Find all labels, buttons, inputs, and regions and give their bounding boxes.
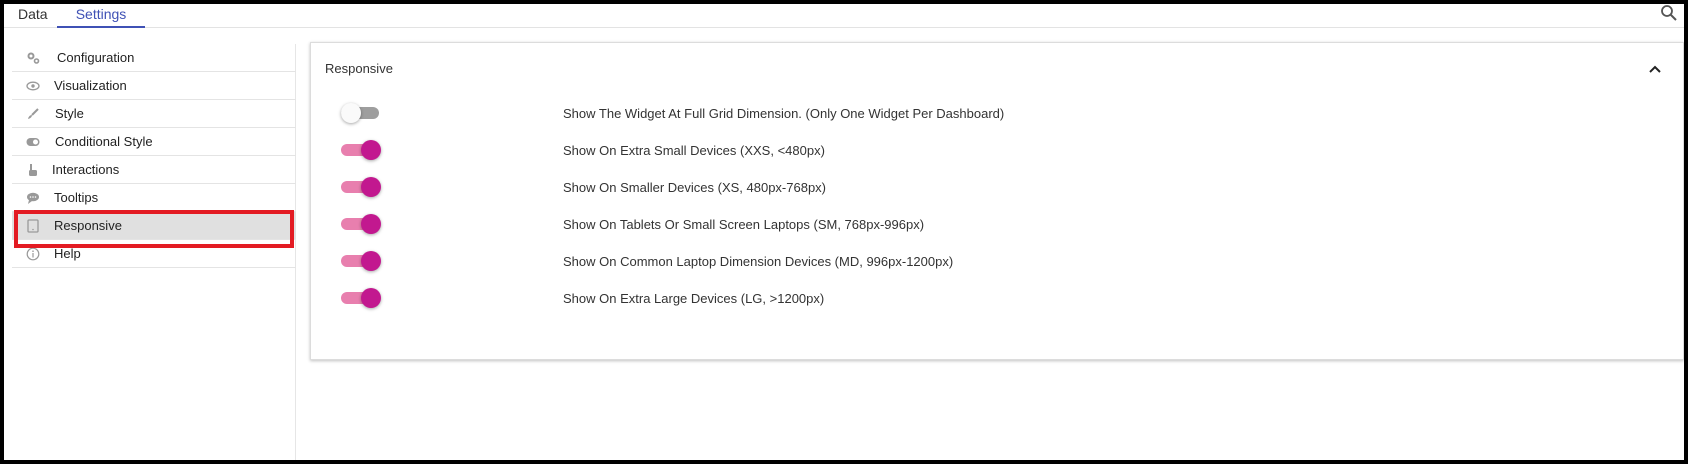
chevron-up-icon[interactable]	[1647, 61, 1663, 77]
sidebar-item-responsive[interactable]: Responsive	[12, 212, 296, 240]
sidebar-item-label: Tooltips	[54, 190, 99, 205]
lg-toggle[interactable]	[341, 288, 381, 308]
option-label: Show On Extra Large Devices (LG, >1200px…	[563, 291, 825, 306]
sidebar-item-label: Configuration	[57, 50, 135, 65]
sm-toggle[interactable]	[341, 214, 381, 234]
option-row: Show On Extra Large Devices (LG, >1200px…	[311, 282, 1683, 312]
toggle-icon	[26, 138, 40, 146]
sidebar-item-interactions[interactable]: Interactions	[12, 156, 296, 184]
sidebar-item-tooltips[interactable]: Tooltips	[12, 184, 296, 212]
panel-title: Responsive	[325, 61, 393, 76]
tablet-icon	[27, 219, 39, 233]
tab-data[interactable]: Data	[18, 4, 48, 28]
option-row: Show On Common Laptop Dimension Devices …	[311, 245, 1683, 275]
info-icon	[26, 247, 40, 261]
option-row: Show The Widget At Full Grid Dimension. …	[311, 97, 1683, 127]
toggle-knob	[361, 140, 381, 160]
tab-bar: Data Settings	[4, 4, 1684, 28]
responsive-panel: Responsive Show The Widget At Full Grid …	[310, 42, 1684, 360]
sidebar-item-help[interactable]: Help	[12, 240, 296, 268]
toggle-knob	[341, 103, 361, 123]
tab-settings[interactable]: Settings	[57, 4, 145, 28]
brush-icon	[28, 108, 39, 119]
sidebar-item-visualization[interactable]: Visualization	[12, 72, 296, 100]
sidebar-item-label: Responsive	[54, 218, 122, 233]
option-label: Show The Widget At Full Grid Dimension. …	[563, 106, 1005, 121]
settings-sidebar: Configuration Visualization Style Condit…	[12, 44, 296, 460]
sidebar-item-conditional-style[interactable]: Conditional Style	[12, 128, 296, 156]
chat-bubble-icon	[27, 192, 39, 204]
sidebar-item-label: Conditional Style	[55, 134, 153, 149]
toggle-knob	[361, 288, 381, 308]
toggle-knob	[361, 177, 381, 197]
sidebar-item-style[interactable]: Style	[12, 100, 296, 128]
sidebar-item-label: Help	[54, 246, 81, 261]
md-toggle[interactable]	[341, 251, 381, 271]
xxs-toggle[interactable]	[341, 140, 381, 160]
full-grid-toggle[interactable]	[341, 103, 381, 123]
option-label: Show On Extra Small Devices (XXS, <480px…	[563, 143, 825, 158]
sidebar-item-label: Interactions	[52, 162, 120, 177]
option-label: Show On Tablets Or Small Screen Laptops …	[563, 217, 925, 232]
option-row: Show On Tablets Or Small Screen Laptops …	[311, 208, 1683, 238]
option-label: Show On Smaller Devices (XS, 480px-768px…	[563, 180, 827, 195]
toggle-knob	[361, 251, 381, 271]
option-row: Show On Extra Small Devices (XXS, <480px…	[311, 134, 1683, 164]
eye-icon	[26, 81, 40, 91]
app-frame: Data Settings Configuration Visualizatio…	[4, 4, 1684, 460]
option-label: Show On Common Laptop Dimension Devices …	[563, 254, 954, 269]
search-icon[interactable]	[1660, 4, 1678, 22]
option-row: Show On Smaller Devices (XS, 480px-768px…	[311, 171, 1683, 201]
gears-icon	[27, 52, 40, 64]
sidebar-item-label: Visualization	[54, 78, 127, 93]
sidebar-item-configuration[interactable]: Configuration	[12, 44, 296, 72]
sidebar-item-label: Style	[55, 106, 84, 121]
pointer-hand-icon	[29, 164, 37, 176]
xs-toggle[interactable]	[341, 177, 381, 197]
toggle-knob	[361, 214, 381, 234]
